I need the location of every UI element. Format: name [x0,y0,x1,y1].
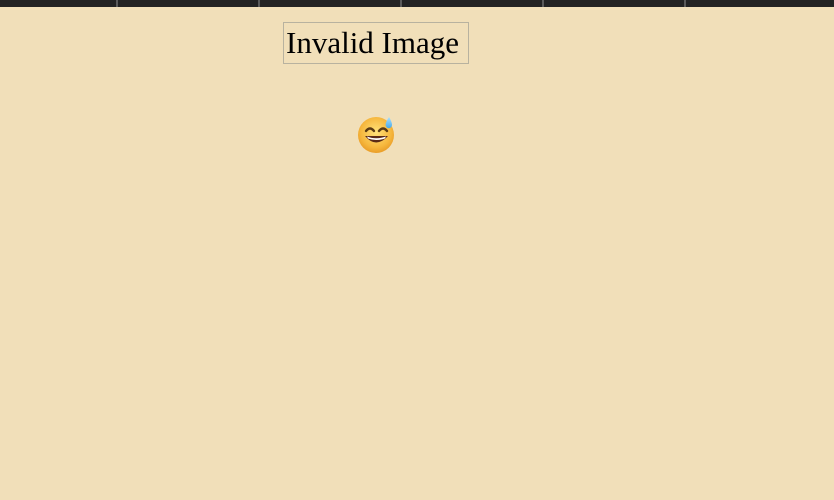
top-strip-segment [402,0,544,7]
top-strip-segment [544,0,686,7]
top-strip-segment [118,0,260,7]
top-strip-segment [0,0,118,7]
top-tab-strip [0,0,834,7]
top-strip-segment [686,0,834,7]
grinning-face-with-sweat-icon [356,113,398,155]
top-strip-segment [260,0,402,7]
invalid-image-placeholder: Invalid Image [283,22,469,64]
